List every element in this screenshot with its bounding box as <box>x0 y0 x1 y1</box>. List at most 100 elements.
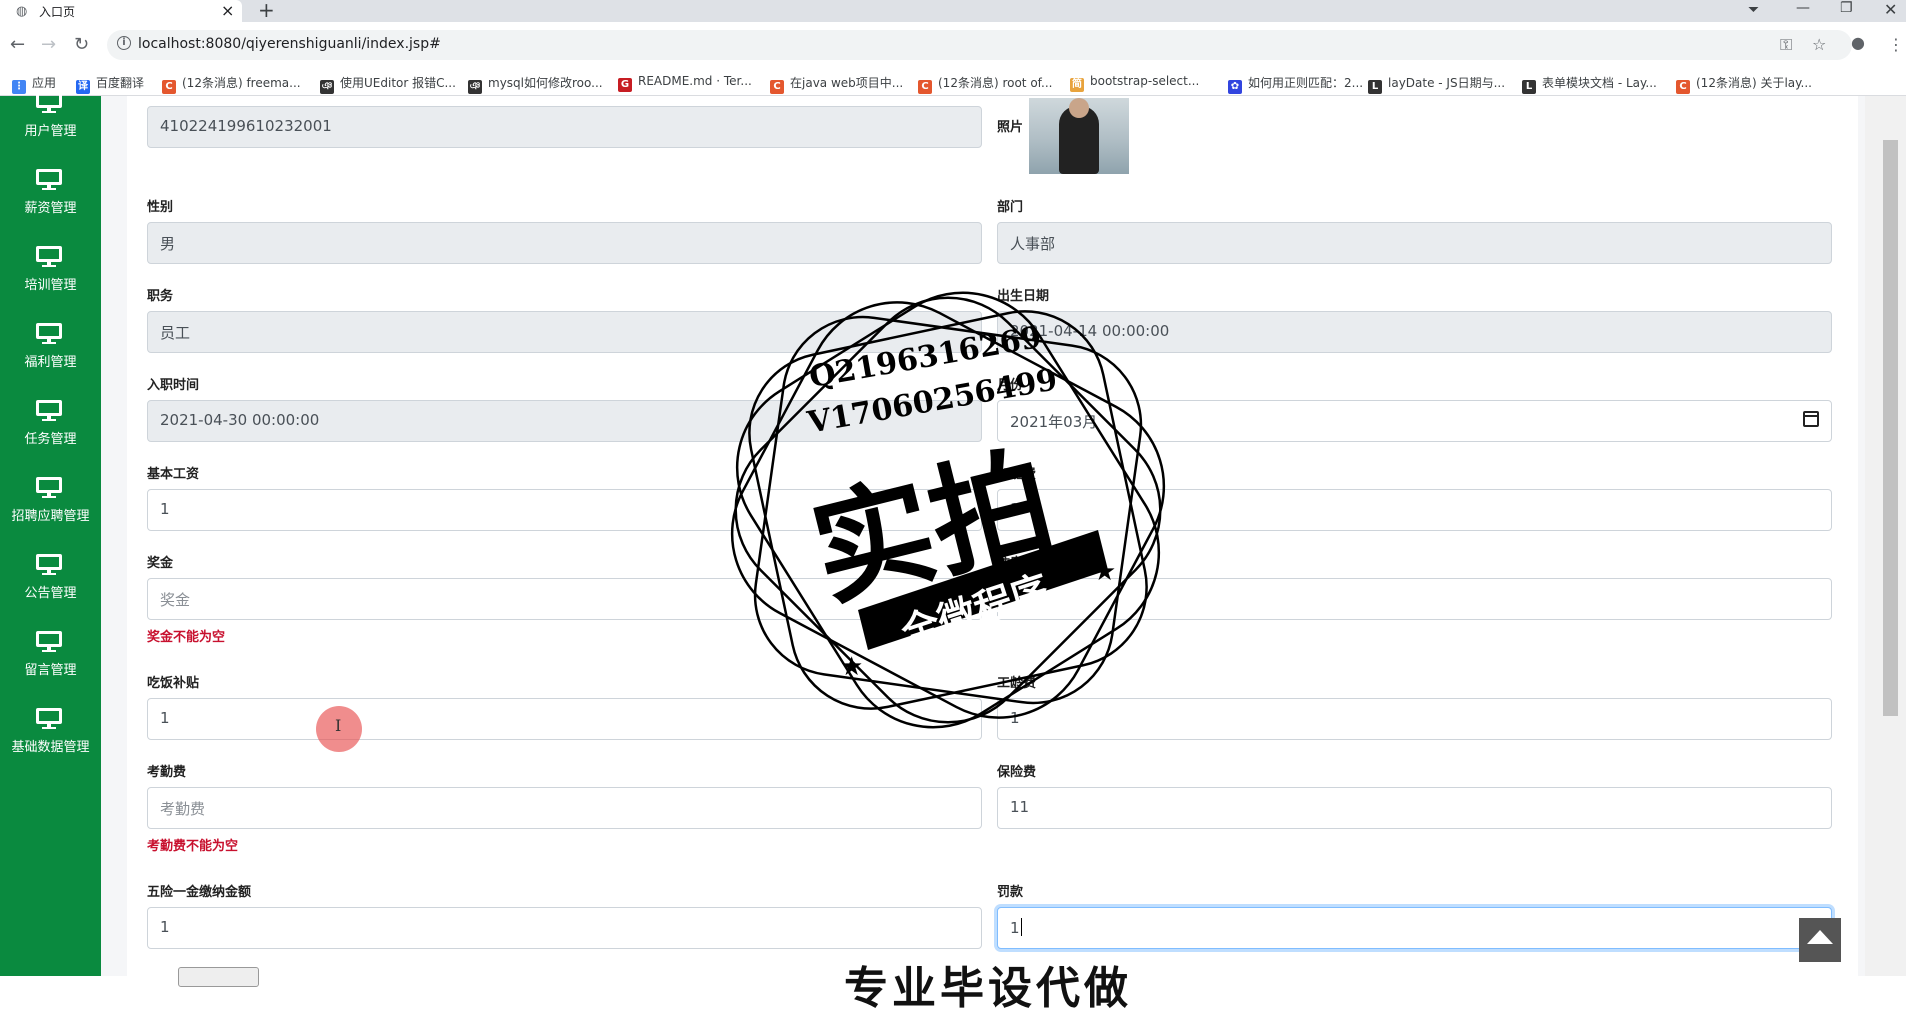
bookmark-favicon-icon: ঞ <box>468 80 482 94</box>
bonus-error: 奖金不能为空 <box>147 630 226 645</box>
bookmark-item[interactable]: ✿ 如何用正则匹配：2... <box>1228 74 1363 94</box>
bookmark-item[interactable]: ঞ 使用UEditor 报错C... <box>320 74 456 94</box>
meal-label: 吃饭补贴 <box>147 676 200 691</box>
tab-title: 入口页 <box>39 5 76 19</box>
monitor-icon <box>36 708 62 729</box>
reload-icon[interactable]: ↻ <box>74 34 89 55</box>
fund-input[interactable]: 1 <box>147 907 982 949</box>
bookmark-favicon-icon: G <box>618 78 632 92</box>
month-value: 2021年03月 <box>1010 413 1098 431</box>
site-info-icon[interactable]: i <box>117 36 131 50</box>
bookmark-item[interactable]: ঞ mysql如何修改roo... <box>468 74 603 94</box>
browser-tab[interactable]: ◍ 入口页 × <box>0 0 242 22</box>
browser-menu-icon[interactable]: ⋮ <box>1888 35 1904 54</box>
bookmark-star-icon[interactable]: ☆ <box>1812 35 1826 54</box>
close-tab-icon[interactable]: × <box>221 1 234 20</box>
bookmark-label: README.md · Ter... <box>638 74 752 88</box>
seniority-label: 工龄费 <box>997 676 1037 691</box>
bookmark-item[interactable]: L 表单模块文档 - Lay... <box>1522 74 1657 94</box>
watermark-bottom-text: 专业毕设代做 <box>844 963 1132 1014</box>
window-close-button[interactable]: ✕ <box>1884 0 1897 19</box>
bonus-label: 奖金 <box>147 556 174 571</box>
fund-label: 五险一金缴纳金额 <box>147 885 252 900</box>
sidebar-item[interactable]: 任务管理 <box>0 396 101 466</box>
forward-arrow-icon[interactable]: → <box>41 34 56 55</box>
bookmark-favicon-icon: ঞ <box>320 80 334 94</box>
meal-input[interactable]: 1 <box>147 698 982 740</box>
key-icon[interactable]: ⚿ <box>1780 35 1792 55</box>
bookmark-favicon-icon: L <box>1368 80 1382 94</box>
insurance-input[interactable]: 11 <box>997 787 1832 829</box>
bookmark-item[interactable]: 简 bootstrap-select... <box>1070 74 1199 92</box>
hire-date-label: 入职时间 <box>147 378 200 393</box>
sidebar-item-label: 任务管理 <box>24 432 77 447</box>
monitor-icon <box>36 477 62 498</box>
bookmark-item[interactable]: C (12条消息) root of... <box>918 74 1052 94</box>
sidebar-item[interactable]: 留言管理 <box>0 627 101 697</box>
employee-photo <box>1029 98 1129 174</box>
sidebar-item[interactable]: 薪资管理 <box>0 165 101 235</box>
seniority-input[interactable]: 1 <box>997 698 1832 740</box>
bookmark-item[interactable]: LlayDate - JS日期与... <box>1368 74 1505 94</box>
bookmark-favicon-icon: C <box>1676 80 1690 94</box>
insurance-label: 保险费 <box>997 765 1037 780</box>
gender-label: 性别 <box>147 200 174 215</box>
bookmark-label: 百度翻译 <box>96 76 145 90</box>
bookmark-label: 使用UEditor 报错C... <box>340 76 456 90</box>
department-label: 部门 <box>997 200 1024 215</box>
bookmark-item[interactable]: C (12条消息) 关于lay... <box>1676 74 1812 94</box>
sidebar-item[interactable]: 公告管理 <box>0 550 101 620</box>
housing-input[interactable] <box>997 578 1832 620</box>
attendance-label: 考勤费 <box>147 765 187 780</box>
restore-button[interactable]: ❐ <box>1840 0 1853 16</box>
tab-search-icon[interactable]: ⏷ <box>1748 2 1759 18</box>
sidebar-item[interactable]: 基础数据管理 <box>0 704 101 774</box>
overtime-input[interactable]: 1 <box>997 489 1832 531</box>
position-field[interactable]: 员工 <box>147 311 982 353</box>
bookmark-item[interactable]: G README.md · Ter... <box>618 74 752 92</box>
bonus-input[interactable]: 奖金 <box>147 578 982 620</box>
calendar-icon[interactable] <box>1803 411 1819 427</box>
monitor-icon <box>36 246 62 267</box>
bookmark-label: (12条消息) freema... <box>182 76 301 90</box>
month-picker[interactable]: 2021年03月 <box>997 400 1832 442</box>
url-bar[interactable]: i localhost:8080/qiyerenshiguanli/index.… <box>107 30 1852 60</box>
sidebar-item[interactable]: 招聘应聘管理 <box>0 473 101 543</box>
attendance-input[interactable]: 考勤费 <box>147 787 982 829</box>
sidebar-item-label: 留言管理 <box>24 663 77 678</box>
birth-date-field[interactable]: 2021-04-14 00:00:00 <box>997 311 1832 353</box>
gender-field[interactable]: 男 <box>147 222 982 264</box>
bookmark-label: 在java web项目中... <box>790 76 904 90</box>
back-to-top-button[interactable] <box>1799 918 1841 962</box>
bookmark-favicon-icon: ✿ <box>1228 80 1242 94</box>
page-scrollbar[interactable] <box>1865 96 1906 976</box>
sidebar-item[interactable]: 培训管理 <box>0 242 101 312</box>
fine-label: 罚款 <box>997 885 1024 900</box>
globe-icon: ◍ <box>16 4 28 19</box>
minimize-button[interactable]: — <box>1796 0 1810 16</box>
month-label: 月份 <box>997 378 1024 393</box>
bookmark-item[interactable]: C (12条消息) freema... <box>162 74 301 94</box>
bookmark-item[interactable]: C 在java web项目中... <box>770 74 903 94</box>
department-field[interactable]: 人事部 <box>997 222 1832 264</box>
file-chooser-button[interactable] <box>178 967 259 987</box>
monitor-icon <box>36 169 62 190</box>
main-content: 410224199610232001 照片 性别 男 部门 人事部 职务 员工 … <box>101 96 1865 976</box>
monitor-icon <box>36 92 62 113</box>
bookmark-favicon-icon: L <box>1522 80 1536 94</box>
back-arrow-icon[interactable]: ← <box>10 34 25 55</box>
bookmark-label: bootstrap-select... <box>1090 74 1200 88</box>
hire-date-field[interactable]: 2021-04-30 00:00:00 <box>147 400 982 442</box>
new-tab-button[interactable]: + <box>258 0 275 22</box>
profile-avatar-icon[interactable]: ● <box>1851 33 1865 52</box>
fine-input[interactable]: 1 <box>997 907 1832 949</box>
scrollbar-thumb[interactable] <box>1883 140 1898 716</box>
sidebar-item[interactable]: 用户管理 <box>0 88 101 158</box>
bookmark-favicon-icon: C <box>162 80 176 94</box>
bookmark-label: 如何用正则匹配：2... <box>1248 76 1364 90</box>
sidebar-item[interactable]: 福利管理 <box>0 319 101 389</box>
housing-label: 住房补贴 <box>997 556 1050 571</box>
base-salary-input[interactable]: 1 <box>147 489 982 531</box>
sidebar-item-label: 公告管理 <box>24 586 77 601</box>
id-card-field[interactable]: 410224199610232001 <box>147 106 982 148</box>
